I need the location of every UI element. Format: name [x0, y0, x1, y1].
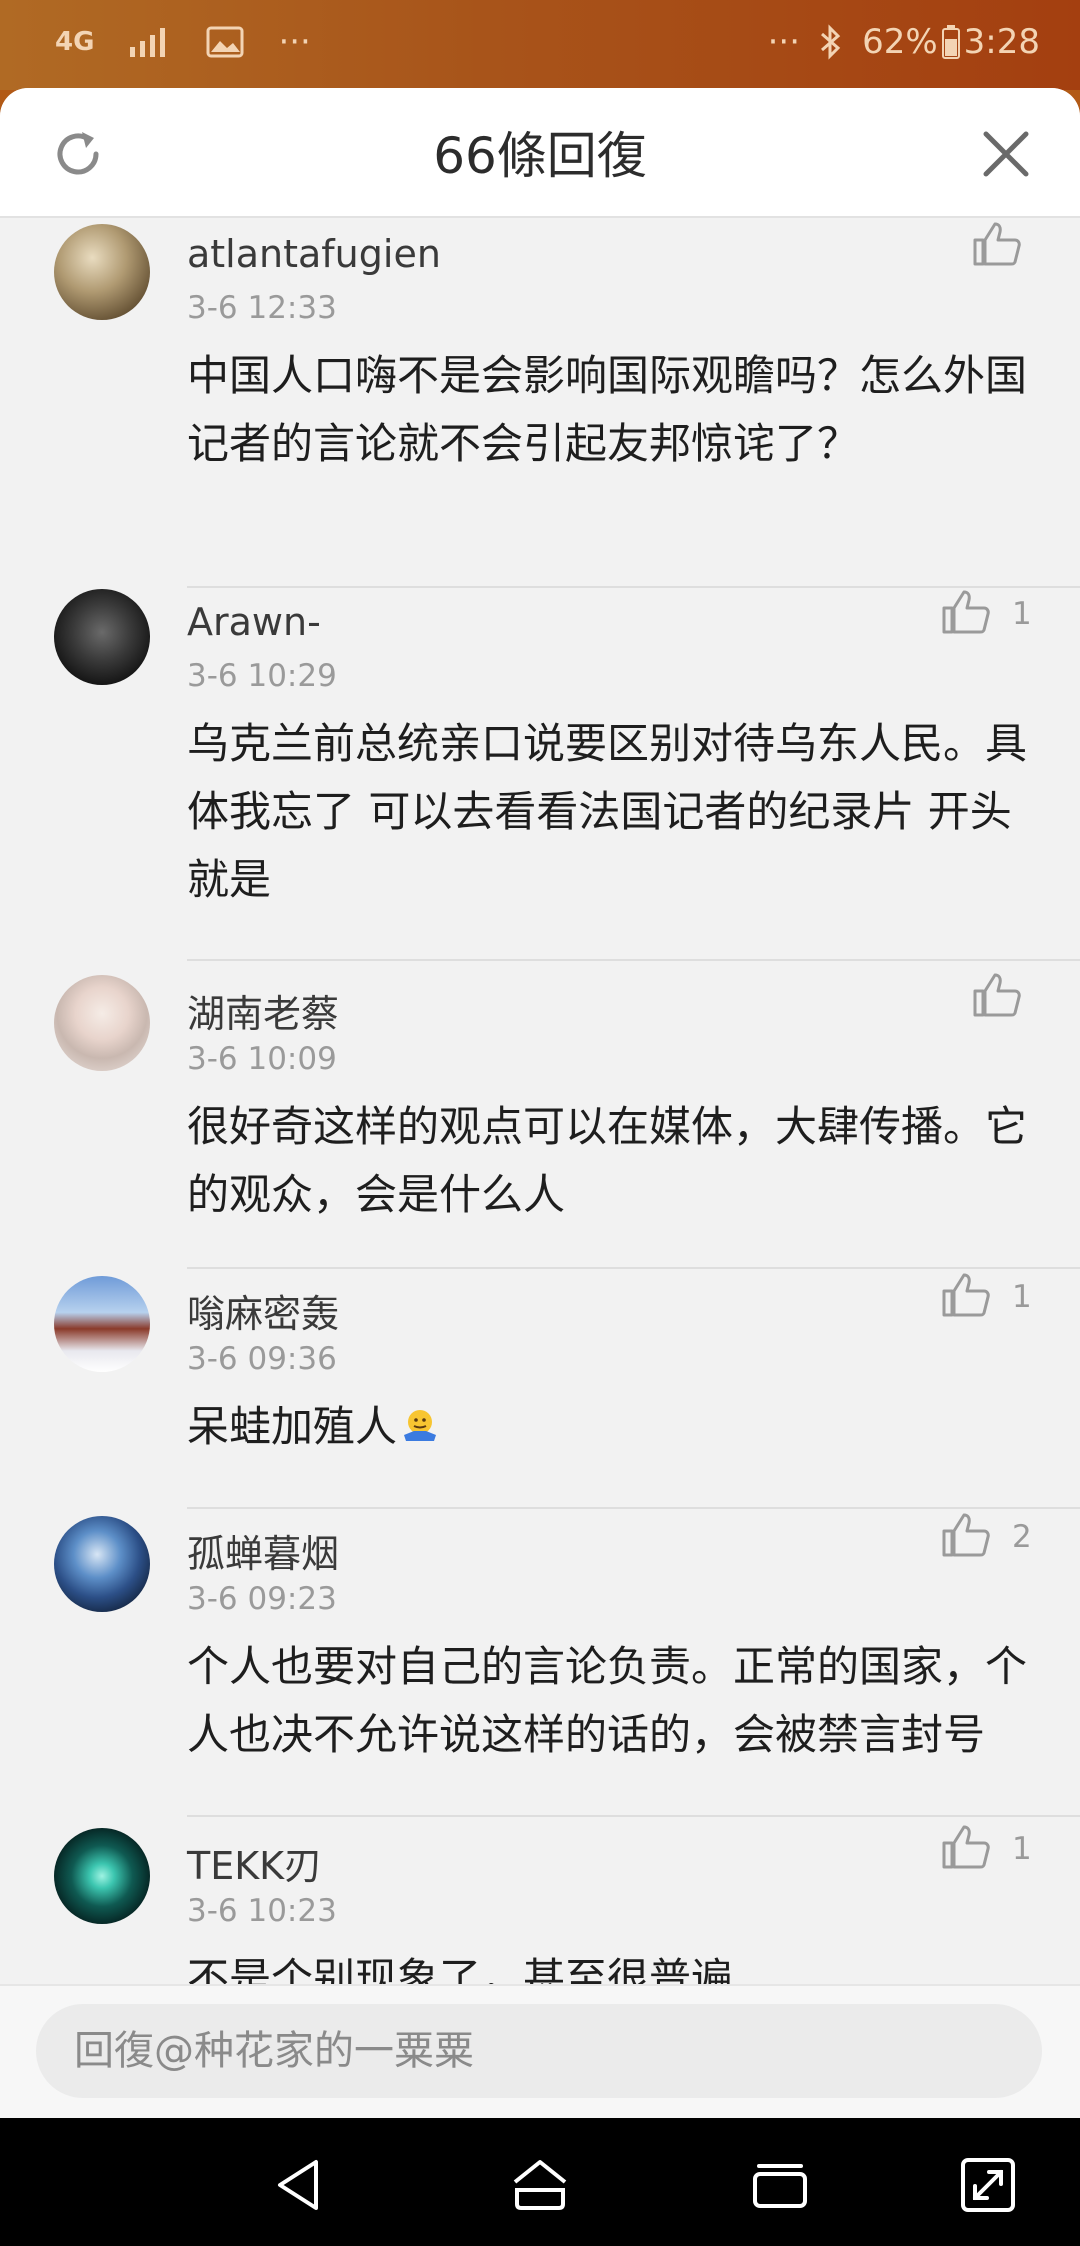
like-count: 1	[1012, 1831, 1032, 1867]
page-title: 66條回復	[433, 127, 647, 185]
thumbs-up-icon[interactable]	[940, 1509, 992, 1561]
avatar[interactable]	[54, 1828, 150, 1924]
battery-icon	[941, 25, 960, 59]
thumbs-up-icon[interactable]	[971, 969, 1023, 1021]
comment-item: 嗡麻密轰 3-6 09:36 呆蛙加殖人 1	[0, 1269, 1080, 1509]
comment-text: 很好奇这样的观点可以在媒体，大肆传播。它的观众，会是什么人	[187, 1102, 1028, 1219]
avatar[interactable]	[54, 975, 150, 1071]
username[interactable]: Arawn-	[187, 600, 321, 644]
comment-time: 3-6 12:33	[187, 290, 337, 326]
like-count: 2	[1012, 1519, 1032, 1555]
close-icon[interactable]	[980, 128, 1032, 180]
avatar[interactable]	[54, 1516, 150, 1612]
comment-item: 孤蝉暮烟 3-6 09:23 个人也要对自己的言论负责。正常的国家，个人也决不允…	[0, 1509, 1080, 1817]
comment-text-content: 呆蛙加殖人	[187, 1402, 398, 1451]
comment-time: 3-6 10:29	[187, 658, 337, 694]
shrug-emoji-icon	[404, 1410, 437, 1441]
comment-item: atlantafugien 3-6 12:33 中国人口嗨不是会影响国际观瞻吗？…	[0, 218, 1080, 588]
like-count: 1	[1012, 596, 1032, 632]
comment-time: 3-6 10:23	[187, 1893, 337, 1929]
thumbs-up-icon[interactable]	[940, 1269, 992, 1321]
home-icon[interactable]	[507, 2152, 573, 2218]
reply-input[interactable]	[36, 2004, 1042, 2098]
comment-time: 3-6 09:36	[187, 1341, 337, 1377]
username[interactable]: atlantafugien	[187, 232, 441, 276]
bluetooth-icon	[821, 24, 841, 60]
clock: 3:28	[963, 22, 1040, 62]
comment-time: 3-6 09:23	[187, 1581, 337, 1617]
username[interactable]: 湖南老蔡	[187, 983, 339, 1038]
comment-item: Arawn- 3-6 10:29 乌克兰前总统亲口说要区别对待乌东人民。具体我忘…	[0, 588, 1080, 961]
thumbs-up-icon[interactable]	[971, 218, 1023, 270]
comment-text: 乌克兰前总统亲口说要区别对待乌东人民。具体我忘了 可以去看看法国记者的纪录片 开…	[187, 719, 1028, 904]
username[interactable]: 嗡麻密轰	[187, 1283, 339, 1338]
username[interactable]: 孤蝉暮烟	[187, 1523, 339, 1578]
comment-item: 湖南老蔡 3-6 10:09 很好奇这样的观点可以在媒体，大肆传播。它的观众，会…	[0, 961, 1080, 1269]
battery-percentage: 62%	[862, 22, 938, 62]
comment-text: 个人也要对自己的言论负责。正常的国家，个人也决不允许说这样的话的，会被禁言封号	[187, 1642, 1028, 1759]
sheet-header: 66條回復	[0, 88, 1080, 218]
avatar[interactable]	[54, 224, 150, 320]
comment-text: 呆蛙加殖人	[187, 1393, 1037, 1461]
thumbs-up-icon[interactable]	[940, 1821, 992, 1873]
expand-icon[interactable]	[955, 2152, 1021, 2218]
more-notifications-indicator: ···	[278, 22, 311, 62]
comment-text: 中国人口嗨不是会影响国际观瞻吗？怎么外国记者的言论就不会引起友邦惊诧了？	[187, 351, 1028, 468]
reply-bar	[0, 1984, 1080, 2120]
like-count: 1	[1012, 1279, 1032, 1315]
network-indicator: 4G	[55, 27, 95, 57]
avatar[interactable]	[54, 1276, 150, 1372]
username[interactable]: TEKK刃	[187, 1835, 322, 1890]
comment-time: 3-6 10:09	[187, 1041, 337, 1077]
status-bar: 4G ··· ··· 62% 3:28	[0, 0, 1080, 90]
signal-icon	[130, 28, 166, 57]
back-triangle-icon[interactable]	[268, 2152, 334, 2218]
recents-icon[interactable]	[747, 2152, 813, 2218]
image-notification-icon	[206, 26, 244, 58]
thumbs-up-icon[interactable]	[940, 586, 992, 638]
replies-sheet: 66條回復 atlantafugien 3-6 12:33 中国人口嗨不是会影响…	[0, 88, 1080, 2118]
more-status-indicator: ···	[767, 22, 801, 62]
system-navigation-bar	[0, 2118, 1080, 2246]
avatar[interactable]	[54, 589, 150, 685]
